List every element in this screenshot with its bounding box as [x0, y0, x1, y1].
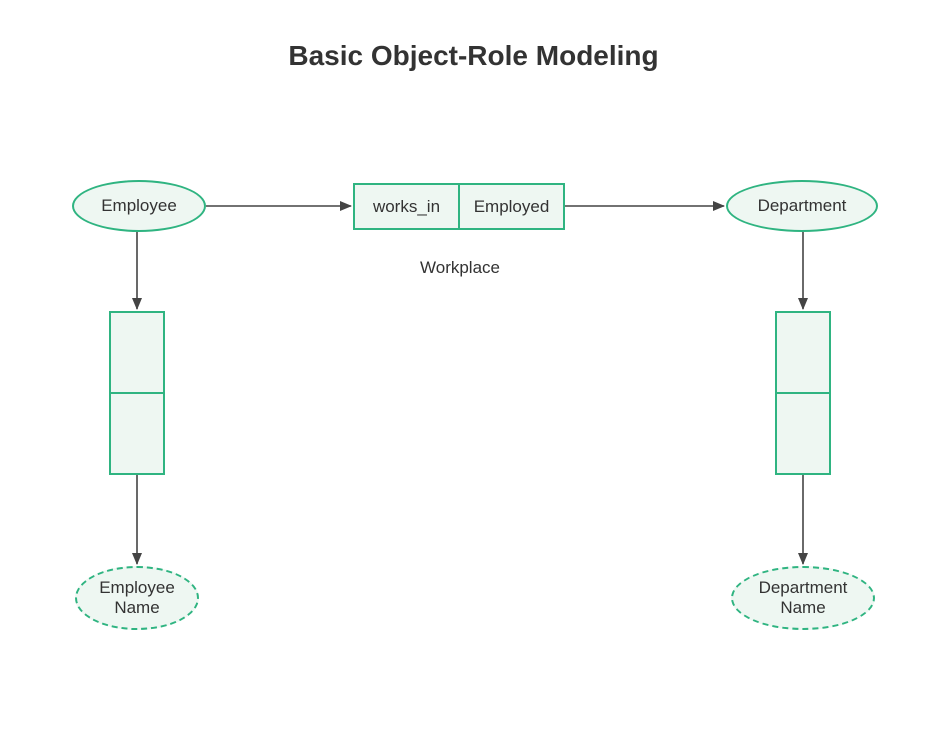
role-box-employee: [109, 311, 165, 475]
value-employee-name: Employee Name: [75, 566, 199, 630]
role-box-department: [775, 311, 831, 475]
entity-employee-label: Employee: [101, 196, 177, 216]
value-department-name: Department Name: [731, 566, 875, 630]
entity-department: Department: [726, 180, 878, 232]
relation-cell-employed: Employed: [458, 185, 563, 228]
relation-cell-works-in: works_in: [355, 185, 458, 228]
role-box-department-top: [777, 313, 829, 392]
value-employee-name-line1: Employee: [99, 578, 175, 597]
role-box-department-bottom: [777, 392, 829, 473]
relation-workplace: works_in Employed: [353, 183, 565, 230]
diagram-title: Basic Object-Role Modeling: [0, 40, 947, 72]
value-department-name-line2: Name: [780, 598, 825, 617]
value-employee-name-label: Employee Name: [99, 578, 175, 619]
value-department-name-line1: Department: [759, 578, 848, 597]
entity-department-label: Department: [758, 196, 847, 216]
relation-label: Workplace: [405, 258, 515, 278]
role-box-employee-bottom: [111, 392, 163, 473]
value-department-name-label: Department Name: [759, 578, 848, 619]
value-employee-name-line2: Name: [114, 598, 159, 617]
entity-employee: Employee: [72, 180, 206, 232]
role-box-employee-top: [111, 313, 163, 392]
